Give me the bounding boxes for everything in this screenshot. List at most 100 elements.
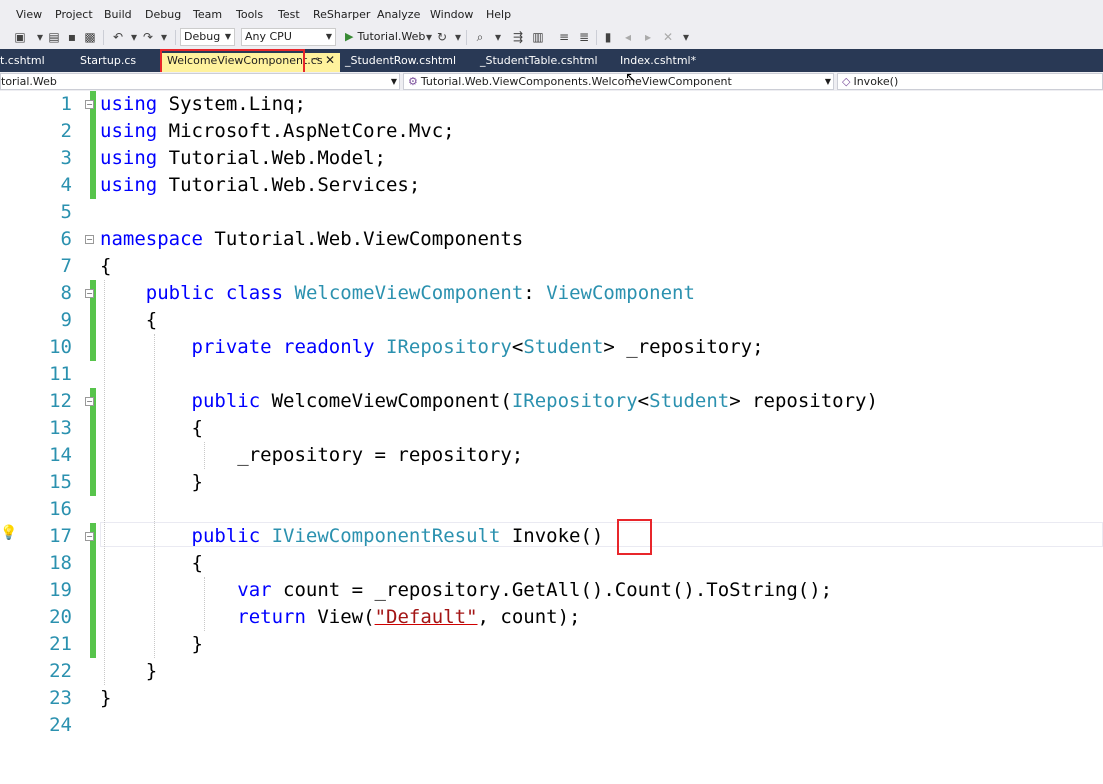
tab-studentrow-cshtml[interactable]: _StudentRow.cshtml	[345, 54, 456, 67]
start-debug-button[interactable]: ▶ Tutorial.Web	[345, 30, 425, 43]
dropdown-arrow-icon[interactable]: ▾	[156, 29, 172, 45]
code-line[interactable]: 5	[0, 199, 1103, 226]
code-line[interactable]: 17 − public IViewComponentResult Invoke()	[0, 523, 1103, 550]
code-token: }	[100, 687, 112, 709]
menu-team[interactable]: Team	[193, 8, 222, 21]
change-marker	[90, 307, 96, 334]
code-line[interactable]: 6 − namespace Tutorial.Web.ViewComponents	[0, 226, 1103, 253]
close-tab-icon[interactable]: ✕	[325, 53, 335, 67]
change-marker	[90, 415, 96, 442]
chevron-down-icon: ▼	[390, 77, 397, 86]
change-marker	[90, 145, 96, 172]
menu-resharper[interactable]: ReSharper	[313, 8, 370, 21]
open-folder-icon[interactable]: ▤	[46, 29, 62, 45]
code-text: public class WelcomeViewComponent: ViewC…	[100, 280, 695, 307]
code-text: {	[100, 253, 111, 280]
tab-t-cshtml[interactable]: t.cshtml	[0, 54, 45, 67]
type-token: Student	[523, 336, 604, 358]
code-text: using System.Linq;	[100, 91, 306, 118]
platform-dropdown[interactable]: Any CPU ▼	[241, 28, 336, 46]
code-text: var count = _repository.GetAll().Count()…	[100, 577, 832, 604]
menu-project[interactable]: Project	[55, 8, 93, 21]
collapse-icon[interactable]: −	[85, 397, 94, 406]
refresh-icon[interactable]: ↻	[434, 29, 450, 45]
collapse-icon[interactable]: −	[85, 100, 94, 109]
code-line[interactable]: 20 return View("Default", count);	[0, 604, 1103, 631]
line-number: 14	[49, 444, 72, 466]
menu-view[interactable]: View	[16, 8, 42, 21]
code-line[interactable]: 2 using Microsoft.AspNetCore.Mvc;	[0, 118, 1103, 145]
step-icon[interactable]: ⇶	[510, 29, 526, 45]
collapse-icon[interactable]: −	[85, 532, 94, 541]
layout-icon[interactable]: ▥	[530, 29, 546, 45]
code-token: View(	[305, 606, 375, 628]
menu-analyze[interactable]: Analyze	[377, 8, 420, 21]
code-line[interactable]: 8 − public class WelcomeViewComponent: Vi…	[0, 280, 1103, 307]
code-line[interactable]: 23}	[0, 685, 1103, 712]
configuration-dropdown[interactable]: Debug ▼	[180, 28, 235, 46]
type-token: IRepository	[511, 390, 638, 412]
dropdown-arrow-icon[interactable]: ▾	[450, 29, 466, 45]
save-icon[interactable]: ▪	[64, 29, 80, 45]
toolbar-overflow-icon[interactable]: ▾	[678, 29, 694, 45]
clear-bookmarks-icon[interactable]: ✕	[660, 29, 676, 45]
tab-studenttable-cshtml[interactable]: _StudentTable.cshtml	[480, 54, 598, 67]
code-line[interactable]: 16	[0, 496, 1103, 523]
code-line[interactable]: 14 _repository = repository;	[0, 442, 1103, 469]
menu-test[interactable]: Test	[278, 8, 300, 21]
comment-icon[interactable]: ≡	[556, 29, 572, 45]
code-text: }	[100, 685, 111, 712]
new-project-icon[interactable]: ▣	[12, 29, 28, 45]
find-icon[interactable]: ⌕	[472, 29, 488, 45]
code-line[interactable]: 15 }	[0, 469, 1103, 496]
code-line[interactable]: 19 var count = _repository.GetAll().Coun…	[0, 577, 1103, 604]
code-line[interactable]: 1 − using System.Linq;	[0, 91, 1103, 118]
collapse-icon[interactable]: −	[85, 289, 94, 298]
line-number: 4	[60, 174, 72, 196]
code-editor[interactable]: 💡 1− using System.Linq; 2 using Microsoft.A…	[0, 91, 1103, 784]
collapse-icon[interactable]: −	[85, 235, 94, 244]
line-number: 5	[60, 201, 72, 223]
menu-window[interactable]: Window	[430, 8, 473, 21]
menu-debug[interactable]: Debug	[145, 8, 181, 21]
code-line[interactable]: 12 − public WelcomeViewComponent(IReposit…	[0, 388, 1103, 415]
save-all-icon[interactable]: ▩	[82, 29, 98, 45]
line-number: 21	[49, 633, 72, 655]
bookmark-icon[interactable]: ▮	[600, 29, 616, 45]
code-line[interactable]: 22 }	[0, 658, 1103, 685]
change-marker	[90, 118, 96, 145]
code-line[interactable]: 10 private readonly IRepository<Student>…	[0, 334, 1103, 361]
line-number: 19	[49, 579, 72, 601]
menu-tools[interactable]: Tools	[236, 8, 263, 21]
tab-index-cshtml[interactable]: Index.cshtml*	[620, 54, 696, 67]
prev-bookmark-icon[interactable]: ◂	[620, 29, 636, 45]
type-token: Student	[649, 390, 730, 412]
code-line[interactable]: 21 }	[0, 631, 1103, 658]
tab-startup-cs[interactable]: Startup.cs	[80, 54, 136, 67]
code-line[interactable]: 18 {	[0, 550, 1103, 577]
next-bookmark-icon[interactable]: ▸	[640, 29, 656, 45]
uncomment-icon[interactable]: ≣	[576, 29, 592, 45]
pin-tab-icon[interactable]: ⊸	[311, 54, 319, 65]
chevron-down-icon: ▼	[824, 77, 831, 86]
keyword-token: using	[100, 174, 158, 196]
menu-build[interactable]: Build	[104, 8, 132, 21]
code-line[interactable]: 24	[0, 712, 1103, 739]
menu-help[interactable]: Help	[486, 8, 511, 21]
code-line[interactable]: 7{	[0, 253, 1103, 280]
keyword-token: namespace	[100, 228, 203, 250]
code-line[interactable]: 3 using Tutorial.Web.Model;	[0, 145, 1103, 172]
undo-icon[interactable]: ↶	[110, 29, 126, 45]
member-dropdown[interactable]: ◇ Invoke()	[837, 73, 1103, 90]
project-dropdown[interactable]: torial.Web ▼	[0, 73, 400, 90]
code-line[interactable]: 11	[0, 361, 1103, 388]
code-line[interactable]: 13 {	[0, 415, 1103, 442]
dropdown-arrow-icon[interactable]: ▾	[490, 29, 506, 45]
redo-icon[interactable]: ↷	[140, 29, 156, 45]
code-line[interactable]: 9 {	[0, 307, 1103, 334]
type-dropdown[interactable]: ⚙ Tutorial.Web.ViewComponents.WelcomeView…	[403, 73, 834, 90]
code-line[interactable]: 4 using Tutorial.Web.Services;	[0, 172, 1103, 199]
